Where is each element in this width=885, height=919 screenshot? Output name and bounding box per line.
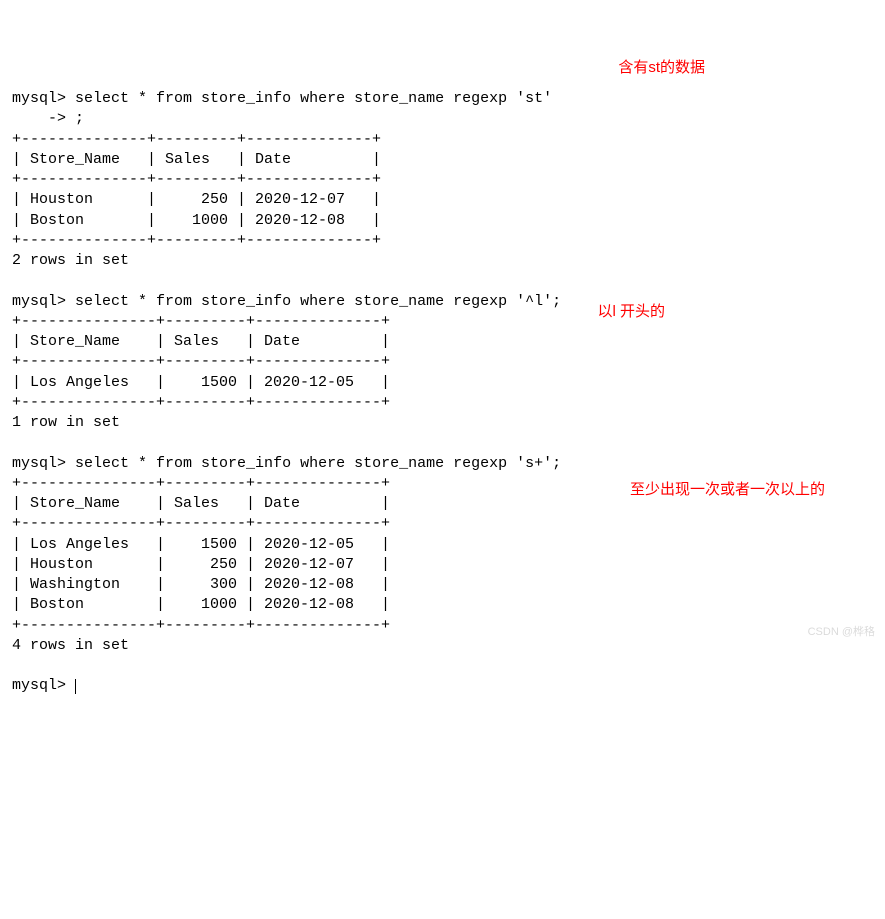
q3-row-3: | Boston | 1000 | 2020-12-08 | (12, 596, 390, 613)
q3-row-2: | Washington | 300 | 2020-12-08 | (12, 576, 390, 593)
watermark: CSDN @桦䅂 (808, 625, 875, 640)
q2-header: | Store_Name | Sales | Date | (12, 333, 390, 350)
q3-sql: select * from store_info where store_nam… (75, 455, 561, 472)
q3-row-0: | Los Angeles | 1500 | 2020-12-05 | (12, 536, 390, 553)
q1-sql: select * from store_info where store_nam… (75, 90, 552, 107)
q3-sep-mid: +---------------+---------+-------------… (12, 515, 390, 532)
q2-row-0: | Los Angeles | 1500 | 2020-12-05 | (12, 374, 390, 391)
q1-row-0: | Houston | 250 | 2020-12-07 | (12, 191, 381, 208)
q3-summary: 4 rows in set (12, 637, 129, 654)
q1-sep-bot: +--------------+---------+--------------… (12, 232, 381, 249)
q3-header: | Store_Name | Sales | Date | (12, 495, 390, 512)
final-prompt: mysql> (12, 677, 66, 694)
q1-summary: 2 rows in set (12, 252, 129, 269)
q3-sep-bot: +---------------+---------+-------------… (12, 617, 390, 634)
q2-sep-bot: +---------------+---------+-------------… (12, 394, 390, 411)
q2-summary: 1 row in set (12, 414, 120, 431)
q1-row-1: | Boston | 1000 | 2020-12-08 | (12, 212, 381, 229)
q1-cont: -> (12, 110, 66, 127)
q2-sep-mid: +---------------+---------+-------------… (12, 353, 390, 370)
q3-row-1: | Houston | 250 | 2020-12-07 | (12, 556, 390, 573)
q1-tail: ; (75, 110, 84, 127)
q1-header: | Store_Name | Sales | Date | (12, 151, 381, 168)
q1-sep-mid: +--------------+---------+--------------… (12, 171, 381, 188)
q3-sep-top: +---------------+---------+-------------… (12, 475, 390, 492)
terminal-output: mysql> select * from store_info where st… (12, 89, 873, 697)
annotation-1: 含有st的数据 (618, 58, 705, 78)
cursor[interactable] (75, 679, 76, 694)
q2-sql: select * from store_info where store_nam… (75, 293, 561, 310)
q1-prompt: mysql> (12, 90, 66, 107)
annotation-2: 以l 开头的 (597, 302, 665, 322)
q3-prompt: mysql> (12, 455, 66, 472)
q2-prompt: mysql> (12, 293, 66, 310)
q2-sep-top: +---------------+---------+-------------… (12, 313, 390, 330)
q1-sep-top: +--------------+---------+--------------… (12, 131, 381, 148)
annotation-3: 至少出现一次或者一次以上的 (630, 480, 825, 500)
